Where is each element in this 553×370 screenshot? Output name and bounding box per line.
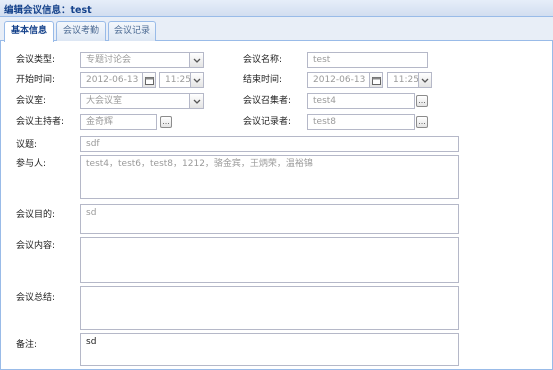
summary-textarea[interactable] (80, 286, 459, 330)
end-time-dropdown-button[interactable] (419, 72, 432, 88)
start-time-input[interactable]: 11:25 (159, 72, 191, 88)
convener-input[interactable]: test4 (307, 93, 415, 109)
host-label: 会议主持者: (16, 117, 65, 127)
tab-meeting-records[interactable]: 会议记录 (108, 21, 156, 41)
summary-label: 会议总结: (16, 293, 56, 303)
start-date-input[interactable]: 2012-06-13 (80, 72, 143, 88)
meeting-type-select[interactable]: 专题讨论会 (80, 52, 190, 68)
meeting-type-dropdown-button[interactable] (190, 52, 204, 68)
content-label: 会议内容: (16, 241, 56, 251)
remarks-label: 备注: (16, 340, 38, 350)
purpose-label: 会议目的: (16, 210, 56, 220)
topic-input[interactable]: sdf (80, 136, 459, 152)
content-textarea[interactable] (80, 237, 459, 283)
convener-lookup-button[interactable]: ... (416, 95, 428, 107)
purpose-textarea[interactable]: sd (80, 204, 459, 234)
meeting-name-input[interactable]: test (307, 52, 428, 68)
chevron-down-icon (193, 99, 200, 104)
end-time-input[interactable]: 11:25 (387, 72, 419, 88)
meeting-type-label: 会议类型: (16, 55, 56, 65)
end-date-input[interactable]: 2012-06-13 (307, 72, 370, 88)
tab-attendance[interactable]: 会议考勤 (56, 21, 106, 41)
end-time-label: 结束时间: (243, 75, 283, 85)
recorder-label: 会议记录者: (243, 117, 292, 127)
calendar-icon (144, 77, 154, 85)
start-time-dropdown-button[interactable] (191, 72, 204, 88)
remarks-textarea[interactable]: sd (80, 333, 459, 366)
host-input[interactable]: 金奇辉 (80, 114, 157, 130)
topic-label: 议题: (16, 140, 38, 150)
start-date-picker-button[interactable] (143, 72, 156, 88)
tab-basic-info[interactable]: 基本信息 (4, 21, 54, 42)
convener-label: 会议召集者: (243, 96, 292, 106)
end-date-picker-button[interactable] (370, 72, 383, 88)
meeting-room-label: 会议室: (16, 96, 47, 106)
participants-label: 参与人: (16, 159, 47, 169)
window-title: 编辑会议信息：test (4, 5, 92, 16)
meeting-room-dropdown-button[interactable] (190, 93, 204, 109)
chevron-down-icon (421, 78, 429, 83)
meeting-room-select[interactable]: 大会议室 (80, 93, 190, 109)
participants-textarea[interactable]: test4，test6，test8，1212，骆金宾，王炳荣，温裕锦 (80, 155, 459, 199)
start-time-label: 开始时间: (16, 75, 56, 85)
chevron-down-icon (193, 58, 200, 63)
recorder-input[interactable]: test8 (307, 114, 415, 130)
calendar-icon (371, 77, 381, 85)
chevron-down-icon (193, 78, 201, 83)
host-lookup-button[interactable]: ... (160, 116, 172, 128)
meeting-name-label: 会议名称: (243, 55, 283, 65)
recorder-lookup-button[interactable]: ... (416, 116, 428, 128)
